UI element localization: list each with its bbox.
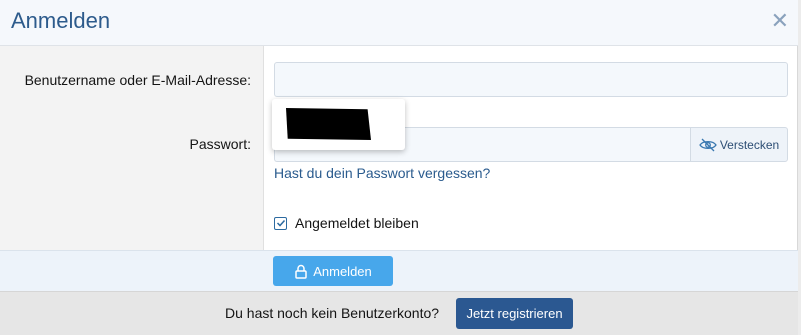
- redacted-content: [286, 108, 371, 140]
- remember-me-label: Angemeldet bleiben: [295, 215, 419, 231]
- autofill-popup[interactable]: [272, 99, 405, 150]
- dialog-body: Benutzername oder E-Mail-Adresse: Passwo…: [0, 46, 798, 250]
- remember-me-checkbox[interactable]: Angemeldet bleiben: [274, 215, 419, 231]
- login-button[interactable]: Anmelden: [273, 256, 393, 286]
- register-button[interactable]: Jetzt registrieren: [456, 298, 573, 329]
- password-label: Passwort:: [189, 136, 251, 152]
- label-column: Benutzername oder E-Mail-Adresse: Passwo…: [0, 46, 264, 250]
- lock-icon: [295, 264, 307, 279]
- login-dialog: Anmelden ✕ Benutzername oder E-Mail-Adre…: [0, 0, 798, 335]
- forgot-password-link[interactable]: Hast du dein Passwort vergessen?: [274, 165, 490, 181]
- register-prompt: Du hast noch kein Benutzerkonto?: [225, 305, 440, 321]
- checkbox-checked-icon[interactable]: [274, 216, 287, 230]
- register-bar: Du hast noch kein Benutzerkonto? Jetzt r…: [0, 291, 798, 335]
- close-icon[interactable]: ✕: [771, 9, 789, 33]
- username-label: Benutzername oder E-Mail-Adresse:: [24, 72, 251, 88]
- password-toggle-label: Verstecken: [719, 137, 780, 152]
- dialog-title: Anmelden: [11, 8, 111, 33]
- password-visibility-toggle[interactable]: Verstecken: [690, 127, 788, 162]
- form-footer: Anmelden: [0, 250, 798, 291]
- dialog-header: Anmelden ✕: [0, 0, 798, 46]
- username-input[interactable]: [274, 62, 788, 97]
- login-button-label: Anmelden: [313, 263, 372, 279]
- eye-slash-icon: [699, 138, 717, 151]
